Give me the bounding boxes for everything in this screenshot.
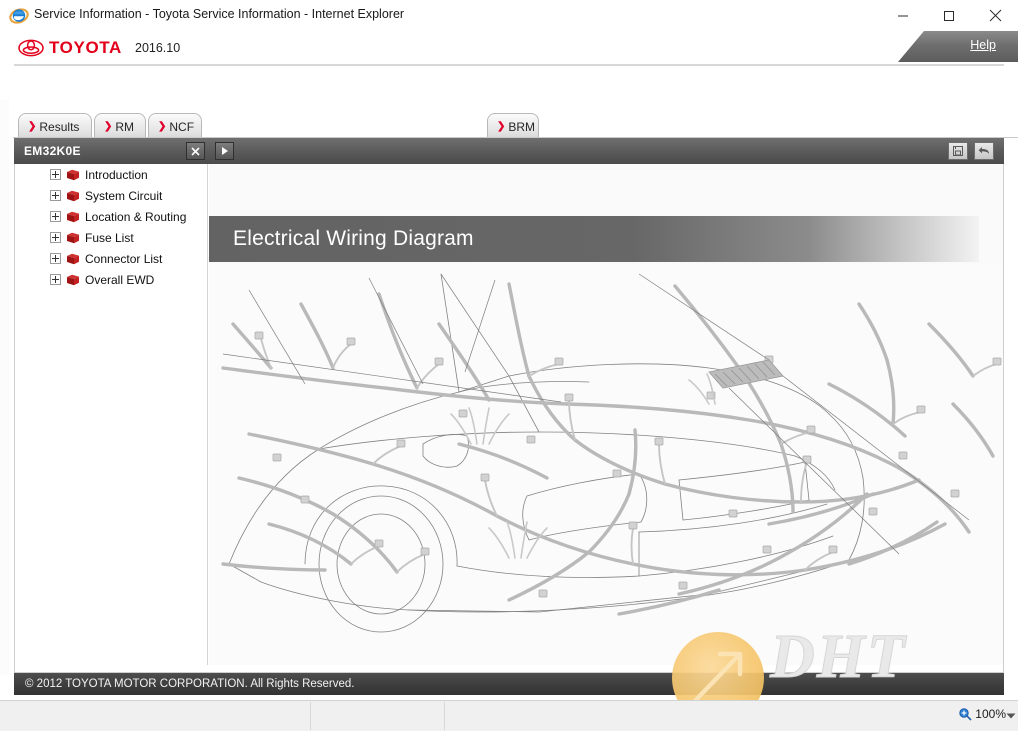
left-edge-strip-inner xyxy=(9,100,13,675)
window-title-bar: Service Information - Toyota Service Inf… xyxy=(0,0,1018,31)
document-title: Electrical Wiring Diagram xyxy=(233,227,474,251)
navigation-tree: Introduction System Circuit Location & R… xyxy=(15,164,208,665)
maximize-icon[interactable] xyxy=(926,0,972,31)
chevron-right-icon: ❯ xyxy=(28,122,36,132)
panel-next-button[interactable] xyxy=(215,142,234,160)
footer-copyright-bar: © 2012 TOYOTA MOTOR CORPORATION. All Rig… xyxy=(14,673,1004,695)
print-icon[interactable] xyxy=(948,142,968,160)
plus-icon[interactable] xyxy=(50,169,61,180)
version-label: 2016.10 xyxy=(135,41,180,55)
plus-icon[interactable] xyxy=(50,211,61,222)
tree-item-overall-ewd-label: Overall EWD xyxy=(85,273,154,287)
plus-icon[interactable] xyxy=(50,232,61,243)
chevron-right-icon: ❯ xyxy=(104,122,112,132)
chevron-right-icon: ❯ xyxy=(158,122,166,132)
tab-brm-label: BRM xyxy=(508,120,535,134)
tree-item-fuse-list-label: Fuse List xyxy=(85,231,134,245)
tree-item-introduction[interactable]: Introduction xyxy=(15,164,207,185)
header-divider xyxy=(14,64,1004,66)
document-banner: Electrical Wiring Diagram xyxy=(209,216,979,262)
tab-strip: ❯ Results ❯ RM ❯ NCF ❯ BRM Electrical Wi… xyxy=(0,104,1018,138)
status-bar-separator xyxy=(310,702,311,730)
window-controls xyxy=(880,0,1018,31)
tree-item-connector-list-label: Connector List xyxy=(85,252,162,266)
window-title-text: Service Information - Toyota Service Inf… xyxy=(34,7,404,21)
tree-item-overall-ewd[interactable]: Overall EWD xyxy=(15,269,207,290)
zoom-icon xyxy=(958,707,972,721)
tab-ncf-label: NCF xyxy=(169,120,194,134)
application-window: Service Information - Toyota Service Inf… xyxy=(0,0,1018,731)
tree-item-connector-list[interactable]: Connector List xyxy=(15,248,207,269)
book-icon xyxy=(66,232,80,244)
help-link[interactable]: Help xyxy=(970,38,996,52)
search-row: Search xyxy=(0,70,1018,100)
book-icon xyxy=(66,190,80,202)
close-icon[interactable] xyxy=(972,0,1018,31)
document-content: Electrical Wiring Diagram xyxy=(209,164,1003,665)
tab-results[interactable]: ❯ Results xyxy=(18,113,92,139)
book-icon xyxy=(66,169,80,181)
book-icon xyxy=(66,274,80,286)
help-button-background xyxy=(898,31,1018,62)
book-icon xyxy=(66,211,80,223)
tab-results-label: Results xyxy=(39,120,79,134)
help-button[interactable]: Help xyxy=(898,31,1018,62)
status-bar xyxy=(0,700,1018,731)
copyright-text: © 2012 TOYOTA MOTOR CORPORATION. All Rig… xyxy=(25,678,355,690)
chevron-down-icon[interactable] xyxy=(1006,712,1016,720)
chevron-right-icon: ❯ xyxy=(497,122,505,132)
zoom-control[interactable]: 100% xyxy=(958,707,1006,721)
toyota-emblem-icon xyxy=(18,39,44,57)
panel-header xyxy=(14,138,1004,164)
panel-close-button[interactable] xyxy=(186,142,205,160)
tab-rm[interactable]: ❯ RM xyxy=(94,113,146,139)
tree-item-location-routing-label: Location & Routing xyxy=(85,210,186,224)
zoom-level-label: 100% xyxy=(975,707,1006,721)
toyota-wordmark: TOYOTA xyxy=(49,38,122,58)
toyota-logo: TOYOTA xyxy=(18,37,122,59)
plus-icon[interactable] xyxy=(50,190,61,201)
plus-icon[interactable] xyxy=(50,274,61,285)
plus-icon[interactable] xyxy=(50,253,61,264)
car-wiring-harness-diagram xyxy=(209,264,1003,665)
tree-item-location-routing[interactable]: Location & Routing xyxy=(15,206,207,227)
tab-ncf[interactable]: ❯ NCF xyxy=(148,113,202,139)
book-icon xyxy=(66,253,80,265)
tab-brm[interactable]: ❯ BRM xyxy=(487,113,539,139)
minimize-icon[interactable] xyxy=(880,0,926,31)
panel-code-label: EM32K0E xyxy=(24,144,81,158)
tree-item-system-circuit[interactable]: System Circuit xyxy=(15,185,207,206)
tree-item-introduction-label: Introduction xyxy=(85,168,148,182)
status-bar-separator xyxy=(444,702,445,730)
internet-explorer-icon xyxy=(9,6,29,26)
tree-item-system-circuit-label: System Circuit xyxy=(85,189,162,203)
tab-rm-label: RM xyxy=(115,120,134,134)
back-arrow-icon[interactable] xyxy=(974,142,994,160)
tree-item-fuse-list[interactable]: Fuse List xyxy=(15,227,207,248)
